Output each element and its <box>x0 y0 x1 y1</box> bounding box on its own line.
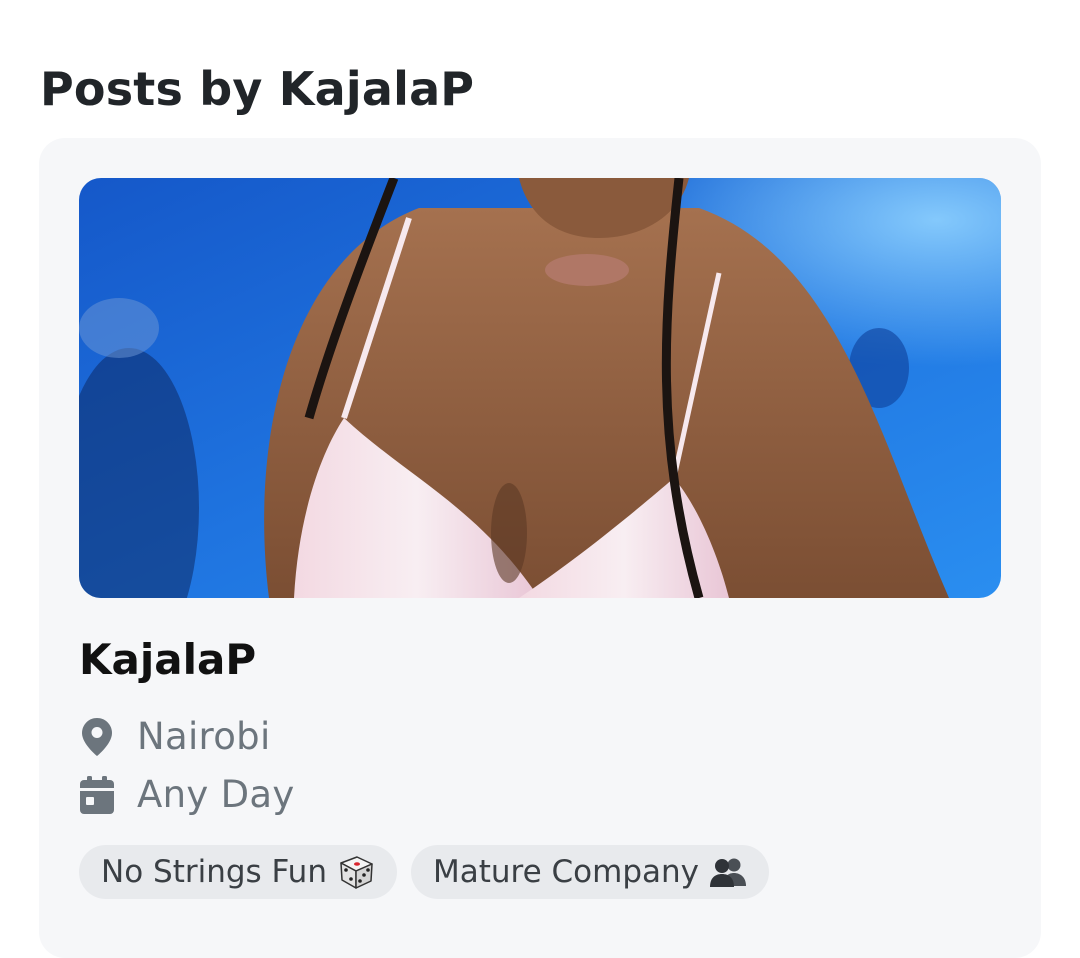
location-row: Nairobi <box>79 713 271 761</box>
calendar-icon <box>79 775 115 815</box>
map-pin-icon <box>79 717 115 757</box>
tag-no-strings-fun[interactable]: No Strings Fun <box>79 845 397 899</box>
tag-label: Mature Company <box>432 854 699 890</box>
schedule-row: Any Day <box>79 771 295 819</box>
post-card[interactable]: KajalaP Nairobi Any Day No Strings Fun M… <box>39 138 1041 958</box>
tag-mature-company[interactable]: Mature Company <box>410 845 769 899</box>
people-icon <box>709 857 747 887</box>
profile-photo[interactable] <box>79 178 1001 598</box>
post-title[interactable]: KajalaP <box>79 632 256 688</box>
dice-icon <box>337 853 375 891</box>
page-title: Posts by KajalaP <box>40 62 475 116</box>
schedule-text: Any Day <box>137 773 295 816</box>
location-text: Nairobi <box>137 715 271 758</box>
tag-label: No Strings Fun <box>101 854 327 890</box>
tag-list: No Strings Fun Mature Company <box>79 845 769 899</box>
